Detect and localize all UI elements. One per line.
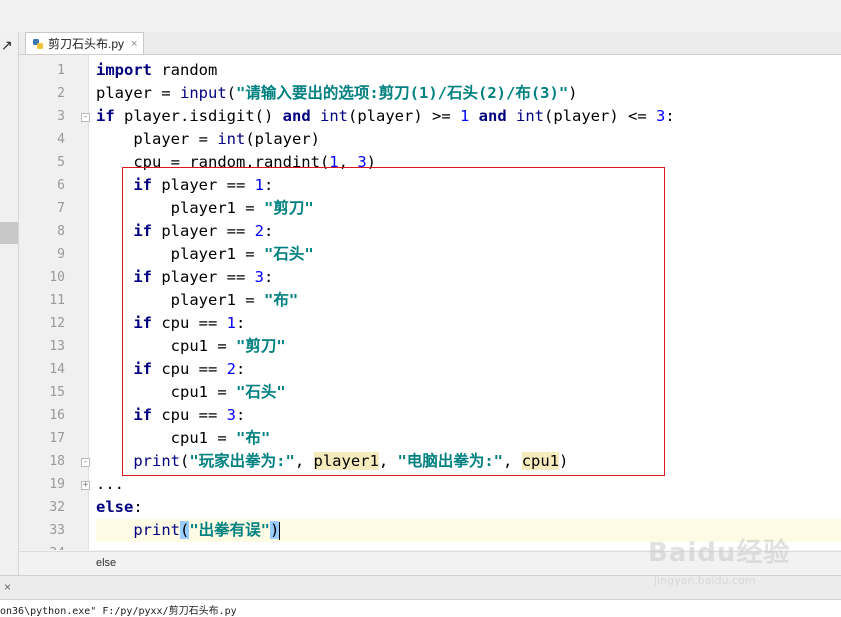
line-number: 1	[57, 63, 65, 78]
code-line: cpu1 = "石头"	[96, 383, 286, 401]
run-console[interactable]: on36\python.exe" F:/py/pyxx/剪刀石头布.py	[0, 600, 841, 617]
line-number: 32	[49, 500, 65, 515]
line-number: 3	[57, 109, 65, 124]
close-run-panel-icon[interactable]: ×	[4, 580, 11, 594]
code-line: print("玩家出拳为:", player1, "电脑出拳为:", cpu1)	[133, 452, 569, 470]
line-number: 19	[49, 477, 65, 492]
line-number: 6	[57, 178, 65, 193]
line-number: 18	[49, 454, 65, 469]
mouse-pointer-icon: ↗	[1, 37, 13, 53]
breadcrumb[interactable]: else	[19, 551, 841, 575]
code-line: else:	[96, 498, 143, 516]
code-line: cpu1 = "布"	[96, 429, 271, 447]
line-number: 14	[49, 362, 65, 377]
expand-fold-icon[interactable]: +	[81, 481, 90, 490]
line-number: 15	[49, 385, 65, 400]
text-caret	[279, 521, 281, 540]
line-number: 16	[49, 408, 65, 423]
line-number: 5	[57, 155, 65, 170]
code-line: if cpu == 1:	[133, 314, 246, 332]
code-line: if player == 3:	[133, 268, 274, 286]
editor-gutter: 1 2 3 4 5 6 7 8 9 10 11 12 13 14 15 16 1…	[19, 55, 90, 550]
run-panel-toolbar: ×	[0, 575, 841, 600]
line-number: 8	[57, 224, 65, 239]
python-file-icon	[33, 38, 43, 49]
line-numbers: 1 2 3 4 5 6 7 8 9 10 11 12 13 14 15 16 1…	[19, 59, 69, 550]
code-line: if player == 2:	[133, 222, 274, 240]
code-line: player = input("请输入要出的选项:剪刀(1)/石头(2)/布(3…	[96, 84, 578, 102]
code-line: cpu1 = "剪刀"	[96, 337, 286, 355]
line-number: 10	[49, 270, 65, 285]
folded-code-line[interactable]: ...	[96, 473, 841, 496]
code-line: player1 = "剪刀"	[96, 199, 314, 217]
line-number: 17	[49, 431, 65, 446]
file-tab[interactable]: 剪刀石头布.py ×	[25, 32, 145, 54]
code-line: if player == 1:	[133, 176, 274, 194]
code-line: if player.isdigit() and int(player) >= 1…	[96, 107, 675, 125]
breadcrumb-item[interactable]: else	[96, 557, 116, 569]
line-number: 34	[19, 542, 69, 550]
console-command-line: on36\python.exe" F:/py/pyxx/剪刀石头布.py	[0, 606, 237, 617]
code-line: player = int(player)	[96, 130, 320, 148]
line-number: 4	[57, 132, 65, 147]
code-line: player1 = "石头"	[96, 245, 314, 263]
fold-toggle-icon[interactable]: -	[81, 113, 90, 122]
code-line: if cpu == 3:	[133, 406, 246, 424]
code-line: cpu = random.randint(1, 3)	[96, 153, 376, 171]
code-area[interactable]: import random player = input("请输入要出的选项:剪…	[96, 59, 841, 550]
window-top-area	[0, 0, 841, 32]
fold-toggle-icon[interactable]: -	[81, 458, 90, 467]
tab-close-icon[interactable]: ×	[131, 38, 137, 50]
line-number: 11	[49, 293, 65, 308]
code-editor[interactable]: 1 2 3 4 5 6 7 8 9 10 11 12 13 14 15 16 1…	[19, 55, 841, 550]
line-number: 2	[57, 86, 65, 101]
line-number: 13	[49, 339, 65, 354]
line-number: 9	[57, 247, 65, 262]
line-number: 33	[49, 523, 65, 538]
line-number: 12	[49, 316, 65, 331]
line-number: 7	[57, 201, 65, 216]
current-code-line: print("出拳有误")	[96, 519, 841, 542]
tab-filename: 剪刀石头布.py	[48, 37, 125, 51]
project-side-rail: ↗	[0, 32, 19, 575]
code-line: import random	[96, 61, 218, 79]
editor-tab-bar: 剪刀石头布.py ×	[19, 32, 841, 55]
code-line: if cpu == 2:	[133, 360, 246, 378]
rail-marker	[0, 222, 18, 244]
code-line: player1 = "布"	[96, 291, 299, 309]
